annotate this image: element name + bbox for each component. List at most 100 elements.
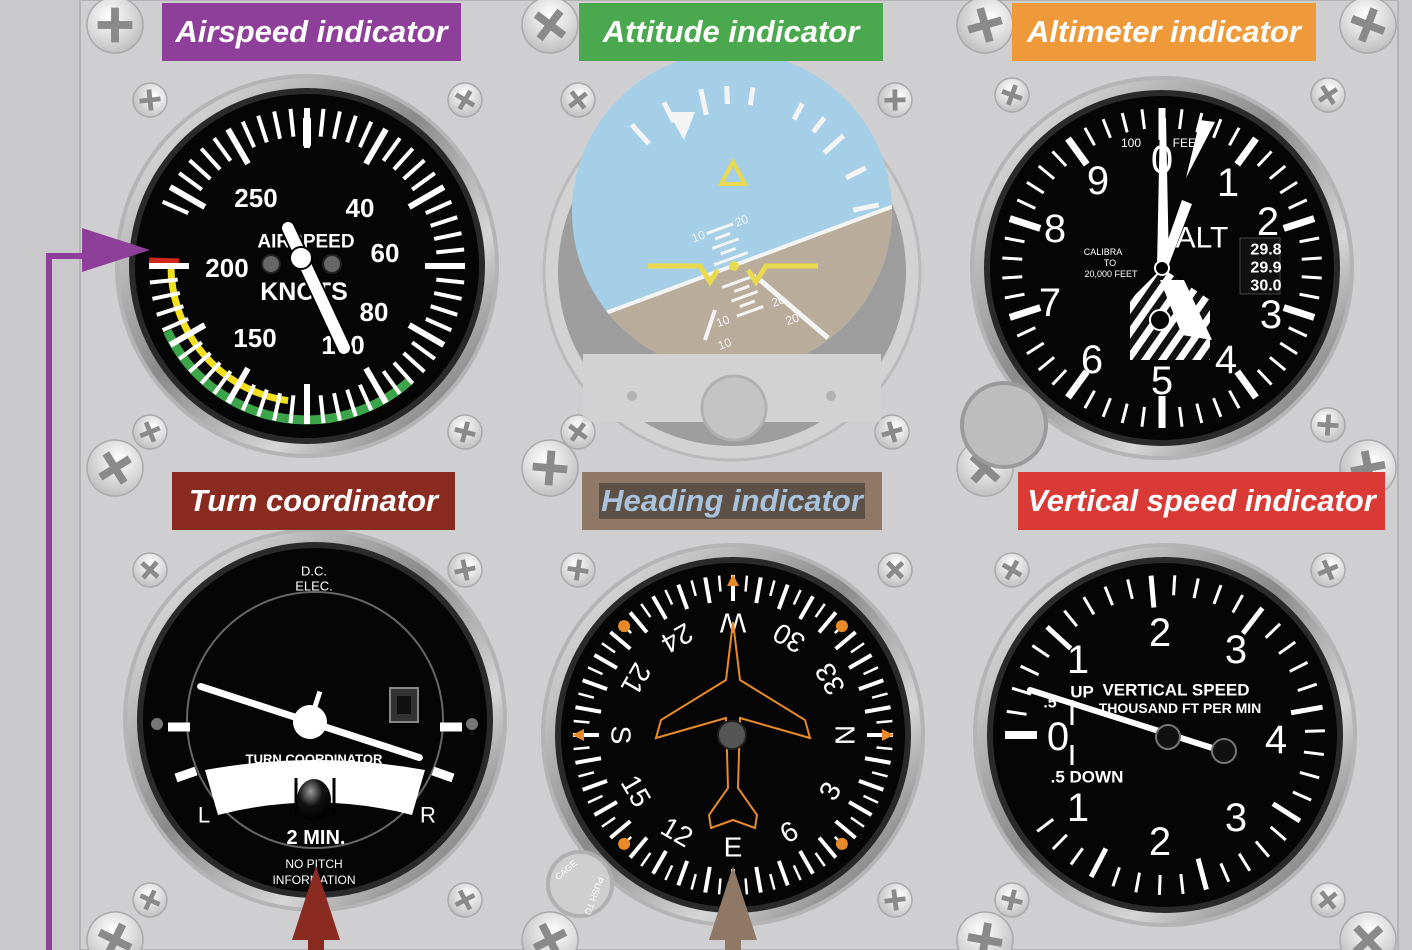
vsi-tick bbox=[1172, 575, 1177, 596]
attitude-screw-icon bbox=[627, 391, 637, 401]
heading-indicator-label: Heading indicator bbox=[582, 472, 882, 530]
inclinometer-ball bbox=[297, 779, 331, 821]
vsi-down-label: .5 DOWN bbox=[1051, 768, 1124, 787]
vsi-subtitle: THOUSAND FT PER MIN bbox=[1099, 700, 1262, 716]
attitude-label-text: Attitude indicator bbox=[602, 14, 860, 49]
altimeter-alt-label: ALT bbox=[1176, 222, 1229, 255]
baro-value: 29.8 bbox=[1250, 242, 1281, 259]
airspeed-label: Airspeed indicator bbox=[162, 3, 461, 61]
vsi-tick bbox=[1157, 874, 1162, 895]
vsi-hub bbox=[1155, 724, 1181, 750]
heading-tick bbox=[744, 575, 749, 592]
heading-hub bbox=[717, 720, 747, 750]
altimeter-hub-lower bbox=[1149, 309, 1171, 331]
screw-slot bbox=[884, 97, 906, 103]
airspeed-number: 250 bbox=[234, 183, 277, 213]
heading-number: N bbox=[830, 725, 861, 745]
airspeed-number: 200 bbox=[205, 253, 248, 283]
altimeter-number: 9 bbox=[1087, 159, 1109, 203]
turn-left-label: L bbox=[198, 803, 210, 828]
airspeed-label-text: Airspeed indicator bbox=[175, 14, 448, 49]
heading-number: S bbox=[606, 726, 637, 745]
vsi-tick bbox=[1148, 575, 1157, 608]
altimeter-calibra: CALIBRA bbox=[1084, 247, 1123, 257]
baro-value: 30.0 bbox=[1250, 278, 1281, 295]
heading-index-icon bbox=[835, 620, 848, 633]
airspeed-indicator: 406080100150200250AIRSPEEDKNOTS bbox=[115, 74, 499, 458]
panel-screw-icon bbox=[86, 0, 144, 54]
vsi-number: 0 bbox=[1047, 715, 1069, 759]
vsi-tick bbox=[1304, 729, 1325, 733]
altimeter-knob-icon bbox=[960, 381, 1048, 469]
attitude-screw-icon bbox=[826, 391, 836, 401]
turn-coordinator: D.C.ELEC. TURN COORDINATOR L R 2 MIN. NO PITC… bbox=[123, 528, 507, 912]
heading-tick bbox=[717, 575, 722, 592]
vsi-number: 1 bbox=[1067, 786, 1089, 830]
panel-screw-icon bbox=[877, 82, 913, 118]
altimeter-label-text: Altimeter indicator bbox=[1027, 14, 1301, 49]
altimeter-number: 7 bbox=[1039, 281, 1061, 325]
airspeed-number: 60 bbox=[371, 238, 400, 268]
altimeter-number: 5 bbox=[1151, 359, 1173, 403]
turn-min-label: 2 MIN. bbox=[287, 827, 346, 849]
turn-coordinator-label-text: Turn coordinator bbox=[188, 483, 439, 518]
screw-slot bbox=[111, 7, 119, 43]
altimeter-hub bbox=[1154, 260, 1170, 276]
altimeter-tick bbox=[1301, 275, 1322, 280]
bank-mark bbox=[724, 86, 730, 105]
heading-number: E bbox=[724, 832, 743, 863]
altimeter-number: 3 bbox=[1260, 293, 1282, 337]
altimeter-number: 4 bbox=[1215, 338, 1237, 382]
heading-tick bbox=[876, 746, 893, 751]
turn-coordinator-label: Turn coordinator bbox=[172, 472, 455, 530]
altimeter-tick bbox=[1301, 256, 1322, 261]
vertical-speed-indicator: 012 34123.5UP VERTICAL SPEEDTHOUSAND FT PE… bbox=[973, 543, 1357, 927]
aircraft-center-dot bbox=[729, 261, 739, 271]
airspeed-screw-icon bbox=[322, 254, 342, 274]
heading-index-icon bbox=[618, 620, 631, 633]
bank-mark bbox=[747, 87, 756, 106]
heading-tick bbox=[573, 719, 590, 724]
altimeter-label: Altimeter indicator bbox=[1012, 3, 1316, 61]
attitude-knob-icon bbox=[700, 374, 768, 442]
turn-flag bbox=[397, 696, 411, 714]
turn-right-label: R bbox=[420, 803, 436, 828]
airspeed-units: KNOTS bbox=[260, 278, 348, 306]
heading-tick bbox=[876, 719, 893, 724]
vsi-number: 3 bbox=[1225, 796, 1247, 840]
attitude-label: Attitude indicator bbox=[579, 3, 883, 61]
vsi-label: Vertical speed indicator bbox=[1018, 472, 1385, 530]
airspeed-screw-icon bbox=[261, 254, 281, 274]
altimeter-number: 8 bbox=[1044, 207, 1066, 251]
airspeed-number: 80 bbox=[360, 297, 389, 327]
turn-title: TURN COORDINATOR bbox=[246, 752, 383, 767]
heading-index-icon bbox=[835, 837, 848, 850]
vsi-number: 2 bbox=[1149, 820, 1171, 864]
altimeter-number: 1 bbox=[1217, 161, 1239, 205]
heading-indicator-label-text: Heading indicator bbox=[599, 483, 865, 519]
airspeed-number: 150 bbox=[233, 323, 276, 353]
vsi-title: VERTICAL SPEED bbox=[1102, 681, 1249, 700]
turn-dc-label: ELEC. bbox=[295, 579, 333, 594]
vsi-counterweight bbox=[1211, 738, 1237, 764]
turn-dc-label: D.C. bbox=[301, 564, 327, 579]
altimeter-tick bbox=[1002, 256, 1023, 261]
instrument-panel: 406080100150200250AIRSPEEDKNOTS102010201… bbox=[0, 0, 1412, 950]
turn-pitch-label: NO PITCH bbox=[285, 857, 342, 871]
vsi-number: 1 bbox=[1067, 638, 1089, 682]
vsi-number: 3 bbox=[1225, 628, 1247, 672]
turn-screw-icon bbox=[151, 718, 163, 730]
altimeter-scale-label: 100 bbox=[1121, 136, 1141, 150]
red-line bbox=[148, 257, 180, 265]
vsi-number: 4 bbox=[1265, 718, 1287, 762]
heading-tick bbox=[744, 878, 749, 895]
airspeed-number: 40 bbox=[346, 193, 375, 223]
heading-tick bbox=[717, 878, 722, 895]
heading-tick bbox=[573, 746, 590, 751]
altimeter-number: 6 bbox=[1081, 338, 1103, 382]
altimeter-tick bbox=[1002, 275, 1023, 280]
altimeter-calibra: TO bbox=[1104, 258, 1116, 268]
vsi-up-label: UP bbox=[1070, 683, 1094, 702]
vsi-number: 2 bbox=[1149, 611, 1171, 655]
heading-index-icon bbox=[618, 837, 631, 850]
